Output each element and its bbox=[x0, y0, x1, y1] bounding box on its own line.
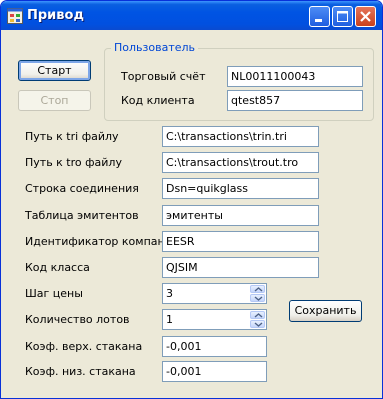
issuers-table-field[interactable]: эмитенты bbox=[162, 205, 319, 226]
coef-top-field[interactable]: -0,001 bbox=[162, 336, 267, 357]
close-icon bbox=[360, 11, 371, 22]
client-code-field[interactable]: qtest857 bbox=[227, 90, 363, 111]
app-window: Привод Пользователь Торговый счёт NL0011… bbox=[0, 0, 383, 399]
coef-bottom-field[interactable]: -0,001 bbox=[162, 361, 267, 382]
tro-path-label: Путь к tro файлу bbox=[25, 156, 122, 169]
maximize-icon bbox=[337, 11, 348, 22]
maximize-button[interactable] bbox=[332, 6, 353, 27]
lots-label: Количество лотов bbox=[25, 313, 130, 326]
user-group-legend: Пользователь bbox=[111, 41, 199, 54]
connection-string-label: Строка соединения bbox=[25, 182, 139, 195]
class-code-label: Код класса bbox=[25, 261, 90, 274]
issuers-table-label: Таблица эмитентов bbox=[25, 209, 139, 222]
lots-spin-buttons bbox=[250, 311, 265, 328]
price-step-value: 3 bbox=[166, 287, 173, 300]
minimize-icon bbox=[315, 19, 322, 22]
company-id-label: Идентификатор компании bbox=[25, 235, 179, 248]
company-id-field[interactable]: EESR bbox=[162, 231, 319, 252]
arrow-down-icon bbox=[254, 296, 263, 301]
tro-path-field[interactable]: C:\transactions\trout.tro bbox=[162, 152, 319, 173]
arrow-up-icon bbox=[254, 313, 263, 318]
arrow-down-icon bbox=[254, 322, 263, 327]
connection-string-field[interactable]: Dsn=quikglass bbox=[162, 178, 319, 199]
start-button[interactable]: Старт bbox=[18, 60, 91, 81]
stop-button[interactable]: Стоп bbox=[18, 90, 91, 111]
price-step-spin-buttons bbox=[250, 285, 265, 302]
window-title: Привод bbox=[27, 8, 84, 23]
form-body: Пользователь Торговый счёт NL0011100043 … bbox=[5, 30, 378, 396]
minimize-button[interactable] bbox=[309, 6, 330, 27]
coef-bottom-label: Коэф. низ. стакана bbox=[25, 365, 136, 378]
app-icon bbox=[7, 8, 23, 24]
class-code-field[interactable]: QJSIM bbox=[162, 257, 319, 278]
price-step-down-button[interactable] bbox=[250, 294, 265, 302]
lots-up-button[interactable] bbox=[250, 311, 265, 319]
price-step-up-button[interactable] bbox=[250, 285, 265, 293]
title-bar[interactable]: Привод bbox=[1, 1, 382, 30]
lots-spinner[interactable]: 1 bbox=[162, 309, 267, 330]
save-button[interactable]: Сохранить bbox=[289, 300, 362, 322]
client-code-label: Код клиента bbox=[121, 94, 195, 107]
price-step-spinner[interactable]: 3 bbox=[162, 283, 267, 304]
coef-top-label: Коэф. верх. стакана bbox=[25, 340, 143, 353]
close-button[interactable] bbox=[355, 6, 376, 27]
account-field[interactable]: NL0011100043 bbox=[227, 66, 363, 87]
lots-down-button[interactable] bbox=[250, 320, 265, 328]
lots-value: 1 bbox=[166, 313, 173, 326]
arrow-up-icon bbox=[254, 287, 263, 292]
tri-path-field[interactable]: C:\transactions\trin.tri bbox=[162, 126, 319, 147]
price-step-label: Шаг цены bbox=[25, 287, 83, 300]
tri-path-label: Путь к tri файлу bbox=[25, 130, 119, 143]
account-label: Торговый счёт bbox=[121, 70, 206, 83]
